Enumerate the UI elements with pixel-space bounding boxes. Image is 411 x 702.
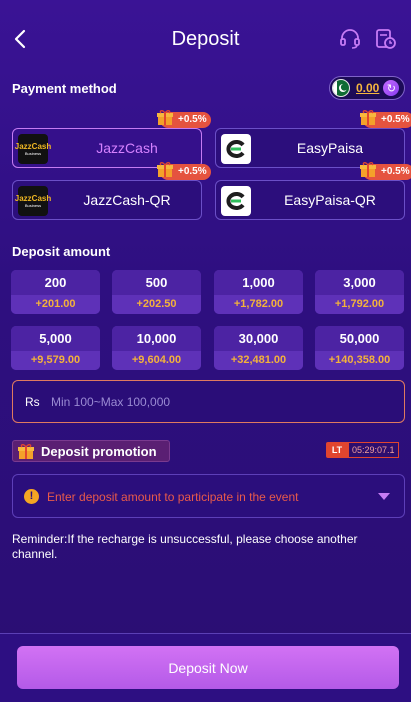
amount-value: 5,000 <box>11 326 100 351</box>
gift-icon <box>157 110 173 125</box>
amount-bonus: +1,792.00 <box>315 295 404 314</box>
balance-amount: 0.00 <box>356 81 380 95</box>
countdown-timer: 05:29:07.1 <box>348 442 399 458</box>
amount-value: 3,000 <box>315 270 404 295</box>
amount-bonus: +201.00 <box>11 295 100 314</box>
deposit-now-button[interactable]: Deposit Now <box>17 646 399 689</box>
payment-method-label: Payment method <box>12 81 117 96</box>
easypaisa-logo <box>221 134 251 164</box>
amount-option[interactable]: 30,000 +32,481.00 <box>214 326 303 370</box>
jazzcash-logo: JazzCash Business <box>15 186 51 216</box>
amount-value: 10,000 <box>112 326 201 351</box>
amount-bonus: +9,604.00 <box>112 351 201 370</box>
currency-label: Rs <box>25 395 40 409</box>
limited-time-badge: LT 05:29:07.1 <box>326 442 399 458</box>
caret-down-icon <box>378 493 390 500</box>
easypaisa-logo <box>221 186 251 216</box>
reminder-text: Reminder:If the recharge is unsuccessful… <box>12 532 358 561</box>
amount-value: 1,000 <box>214 270 303 295</box>
payment-option-name: JazzCash <box>96 140 158 156</box>
lt-badge: LT <box>326 442 348 458</box>
amount-option[interactable]: 3,000 +1,792.00 <box>315 270 404 314</box>
amount-bonus: +9,579.00 <box>11 351 100 370</box>
promotion-label: Deposit promotion <box>41 443 157 459</box>
amount-bonus: +32,481.00 <box>214 351 303 370</box>
gift-icon <box>157 162 173 177</box>
header: Deposit <box>0 0 411 78</box>
pakistan-flag-icon <box>332 79 350 97</box>
amount-option[interactable]: 200 +201.00 <box>11 270 100 314</box>
event-text: Enter deposit amount to participate in t… <box>47 490 299 504</box>
payment-option-name: EasyPaisa <box>296 140 364 156</box>
payment-option-name: JazzCash-QR <box>83 192 171 208</box>
jazzcash-logo: JazzCash Business <box>15 134 51 164</box>
amount-option[interactable]: 500 +202.50 <box>112 270 201 314</box>
bonus-badge: +0.5% <box>360 110 411 128</box>
amount-bonus: +140,358.00 <box>315 351 404 370</box>
payment-option-easypaisa-qr[interactable]: EasyPaisa-QR <box>215 180 405 220</box>
amount-bonus: +1,782.00 <box>214 295 303 314</box>
gift-icon <box>360 162 376 177</box>
gift-icon <box>360 110 376 125</box>
amount-input[interactable] <box>51 389 391 415</box>
amount-option[interactable]: 10,000 +9,604.00 <box>112 326 201 370</box>
amount-option[interactable]: 5,000 +9,579.00 <box>11 326 100 370</box>
deposit-amount-label: Deposit amount <box>12 244 111 259</box>
amount-bonus: +202.50 <box>112 295 201 314</box>
clock-document-icon[interactable] <box>374 27 398 51</box>
payment-option-name: EasyPaisa-QR <box>284 192 376 208</box>
amount-value: 500 <box>112 270 201 295</box>
bonus-badge: +0.5% <box>157 110 211 128</box>
event-dropdown[interactable]: ! Enter deposit amount to participate in… <box>12 474 405 518</box>
amount-value: 30,000 <box>214 326 303 351</box>
payment-option-jazzcash-qr[interactable]: JazzCash Business JazzCash-QR <box>12 180 202 220</box>
refresh-icon[interactable]: ↻ <box>383 80 400 96</box>
headset-icon[interactable] <box>338 27 362 51</box>
amount-input-box: Rs <box>12 380 405 423</box>
bonus-badge: +0.5% <box>157 162 211 180</box>
gift-icon <box>18 444 34 459</box>
amount-value: 50,000 <box>315 326 404 351</box>
amount-option[interactable]: 50,000 +140,358.00 <box>315 326 404 370</box>
amount-option[interactable]: 1,000 +1,782.00 <box>214 270 303 314</box>
warning-icon: ! <box>24 489 39 504</box>
bonus-badge: +0.5% <box>360 162 411 180</box>
footer: Deposit Now <box>0 633 411 702</box>
balance-pill: 0.00 ↻ <box>329 76 405 100</box>
deposit-promotion-header: Deposit promotion <box>12 440 170 462</box>
amount-value: 200 <box>11 270 100 295</box>
